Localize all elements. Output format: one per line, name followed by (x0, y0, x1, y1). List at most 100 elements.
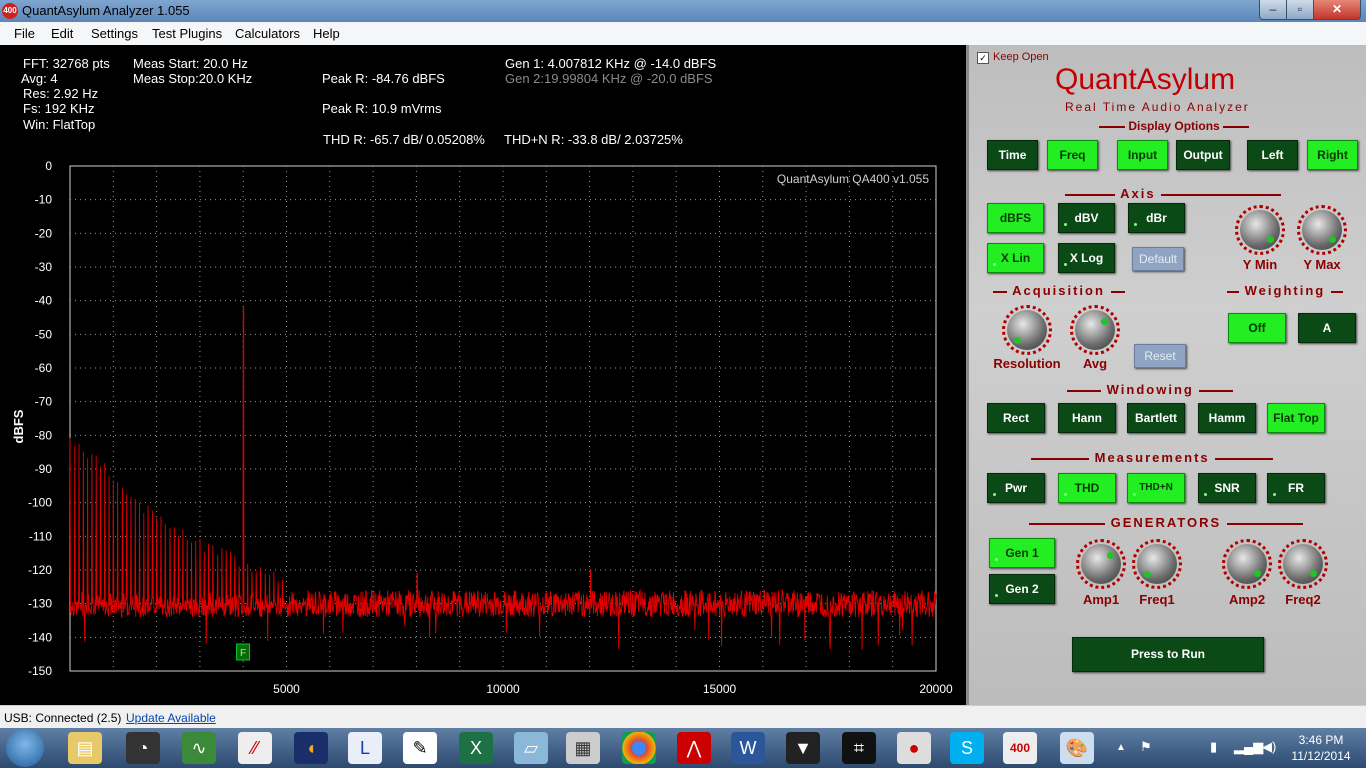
ymin-knob[interactable] (1240, 210, 1280, 250)
hamm-window-button[interactable]: Hamm (1198, 403, 1256, 433)
control-panel: ✓ Keep Open QuantAsylum Real Time Audio … (966, 45, 1366, 705)
right-button[interactable]: Right (1307, 140, 1358, 170)
update-available-link[interactable]: Update Available (126, 711, 216, 725)
qa400-taskbar-icon[interactable]: 400 (1003, 732, 1037, 764)
ymax-knob[interactable] (1302, 210, 1342, 250)
word-icon[interactable]: W (731, 732, 765, 764)
start-button[interactable] (6, 729, 44, 767)
minimize-button[interactable]: – (1259, 0, 1287, 20)
l-app-icon[interactable]: L (348, 732, 382, 764)
window-title: QuantAsylum Analyzer 1.055 (22, 3, 190, 18)
inkscape-icon[interactable]: ✎ (403, 732, 437, 764)
thd-button[interactable]: THD (1058, 473, 1116, 503)
weighting-off-button[interactable]: Off (1228, 313, 1286, 343)
y-axis-title: dBFS (11, 409, 26, 443)
avg-knob[interactable] (1075, 310, 1115, 350)
keep-open-checkbox[interactable]: ✓ (977, 52, 989, 64)
input-button[interactable]: Input (1117, 140, 1168, 170)
rect-window-button[interactable]: Rect (987, 403, 1045, 433)
snr-button[interactable]: SNR (1198, 473, 1256, 503)
maximize-button[interactable]: ▫ (1286, 0, 1314, 20)
x-tick-label: 10000 (486, 682, 520, 696)
crop-tool-icon[interactable]: ⌗ (842, 732, 876, 764)
xlin-button[interactable]: X Lin (987, 243, 1044, 273)
audacity-icon[interactable]: ◖ (294, 732, 328, 764)
y-tick-label: -120 (28, 563, 52, 577)
section-display-options: Display Options (1099, 119, 1250, 133)
dbfs-button[interactable]: dBFS (987, 203, 1044, 233)
y-tick-label: -70 (35, 395, 53, 409)
clock-date[interactable]: 11/12/2014 (1286, 749, 1356, 763)
time-button[interactable]: Time (987, 140, 1038, 170)
amp2-knob[interactable] (1227, 544, 1267, 584)
scope-icon[interactable]: ∿ (182, 732, 216, 764)
plot-panel: FFT: 32768 pts Avg: 4 Res: 2.92 Hz Fs: 1… (0, 45, 966, 705)
weighting-a-button[interactable]: A (1298, 313, 1356, 343)
taskbar: ▤ ◔ ∿ ⁄⁄ ◖ L ✎ X ▱ ▦ ⋀ W ▼ ⌗ ● S 400 🎨 ▲… (0, 728, 1366, 768)
paint-icon[interactable]: 🎨 (1060, 732, 1094, 764)
camera-app-icon[interactable]: ● (897, 732, 931, 764)
skype-icon[interactable]: S (950, 732, 984, 764)
notes-icon[interactable]: ▱ (514, 732, 548, 764)
tray-network-icon[interactable]: ⚑ (1140, 739, 1152, 755)
y-tick-label: -60 (35, 361, 53, 375)
flattop-window-button[interactable]: Flat Top (1267, 403, 1325, 433)
dbv-button[interactable]: dBV (1058, 203, 1115, 233)
menu-help[interactable]: Help (313, 26, 340, 41)
clock-time[interactable]: 3:46 PM (1292, 733, 1350, 747)
cat-app-icon[interactable]: ▼ (786, 732, 820, 764)
battery-icon[interactable]: ▮ (1210, 739, 1217, 755)
weighting-label: Weighting (1244, 283, 1326, 298)
x-tick-label: 20000 (919, 682, 953, 696)
generators-label: GENERATORS (1110, 515, 1222, 530)
menu-calculators[interactable]: Calculators (235, 26, 300, 41)
output-button[interactable]: Output (1176, 140, 1230, 170)
menu-file[interactable]: File (14, 26, 35, 41)
excel-icon[interactable]: X (459, 732, 493, 764)
ltspice-icon[interactable]: ⁄⁄ (238, 732, 272, 764)
measurements-label: Measurements (1094, 450, 1210, 465)
hann-window-button[interactable]: Hann (1058, 403, 1116, 433)
audio-meter-icon[interactable]: ◔ (126, 732, 160, 764)
press-to-run-button[interactable]: Press to Run (1072, 637, 1264, 672)
calculator-icon[interactable]: ▦ (566, 732, 600, 764)
section-windowing: Windowing (1067, 382, 1234, 397)
freq-button[interactable]: Freq (1047, 140, 1098, 170)
menu-settings[interactable]: Settings (91, 26, 138, 41)
gen2-button[interactable]: Gen 2 (989, 574, 1055, 604)
menu-test-plugins[interactable]: Test Plugins (152, 26, 222, 41)
y-tick-label: -140 (28, 630, 52, 644)
pwr-button[interactable]: Pwr (987, 473, 1045, 503)
section-acquisition: Acquisition (993, 283, 1125, 298)
fr-button[interactable]: FR (1267, 473, 1325, 503)
freq2-knob[interactable] (1283, 544, 1323, 584)
tray-expand-icon[interactable]: ▲ (1116, 742, 1126, 753)
close-button[interactable]: ✕ (1313, 0, 1361, 20)
freq1-knob[interactable] (1137, 544, 1177, 584)
file-explorer-icon[interactable]: ▤ (68, 732, 102, 764)
y-tick-label: -110 (29, 529, 52, 543)
resolution-knob[interactable] (1007, 310, 1047, 350)
default-button[interactable]: Default (1132, 247, 1184, 271)
chrome-icon[interactable] (622, 732, 656, 764)
dbr-button[interactable]: dBr (1128, 203, 1185, 233)
menu-edit[interactable]: Edit (51, 26, 73, 41)
reset-button[interactable]: Reset (1134, 344, 1186, 368)
y-tick-label: -50 (35, 327, 53, 341)
left-button[interactable]: Left (1247, 140, 1298, 170)
freq2-label: Freq2 (1285, 592, 1321, 607)
volume-icon[interactable]: ◀) (1262, 739, 1276, 755)
usb-status: USB: Connected (2.5) (4, 711, 122, 725)
y-tick-label: 0 (45, 159, 52, 173)
avg-label: Avg (1082, 356, 1108, 371)
bartlett-window-button[interactable]: Bartlett (1127, 403, 1185, 433)
thdn-button[interactable]: THD+N (1127, 473, 1185, 503)
x-tick-label: 5000 (273, 682, 300, 696)
signal-icon[interactable]: ▂▄▆ (1234, 739, 1263, 755)
y-tick-label: -20 (35, 226, 53, 240)
xlog-button[interactable]: X Log (1058, 243, 1115, 273)
gen1-button[interactable]: Gen 1 (989, 538, 1055, 568)
acrobat-icon[interactable]: ⋀ (677, 732, 711, 764)
ymax-label: Y Max (1303, 257, 1341, 272)
amp1-knob[interactable] (1081, 544, 1121, 584)
